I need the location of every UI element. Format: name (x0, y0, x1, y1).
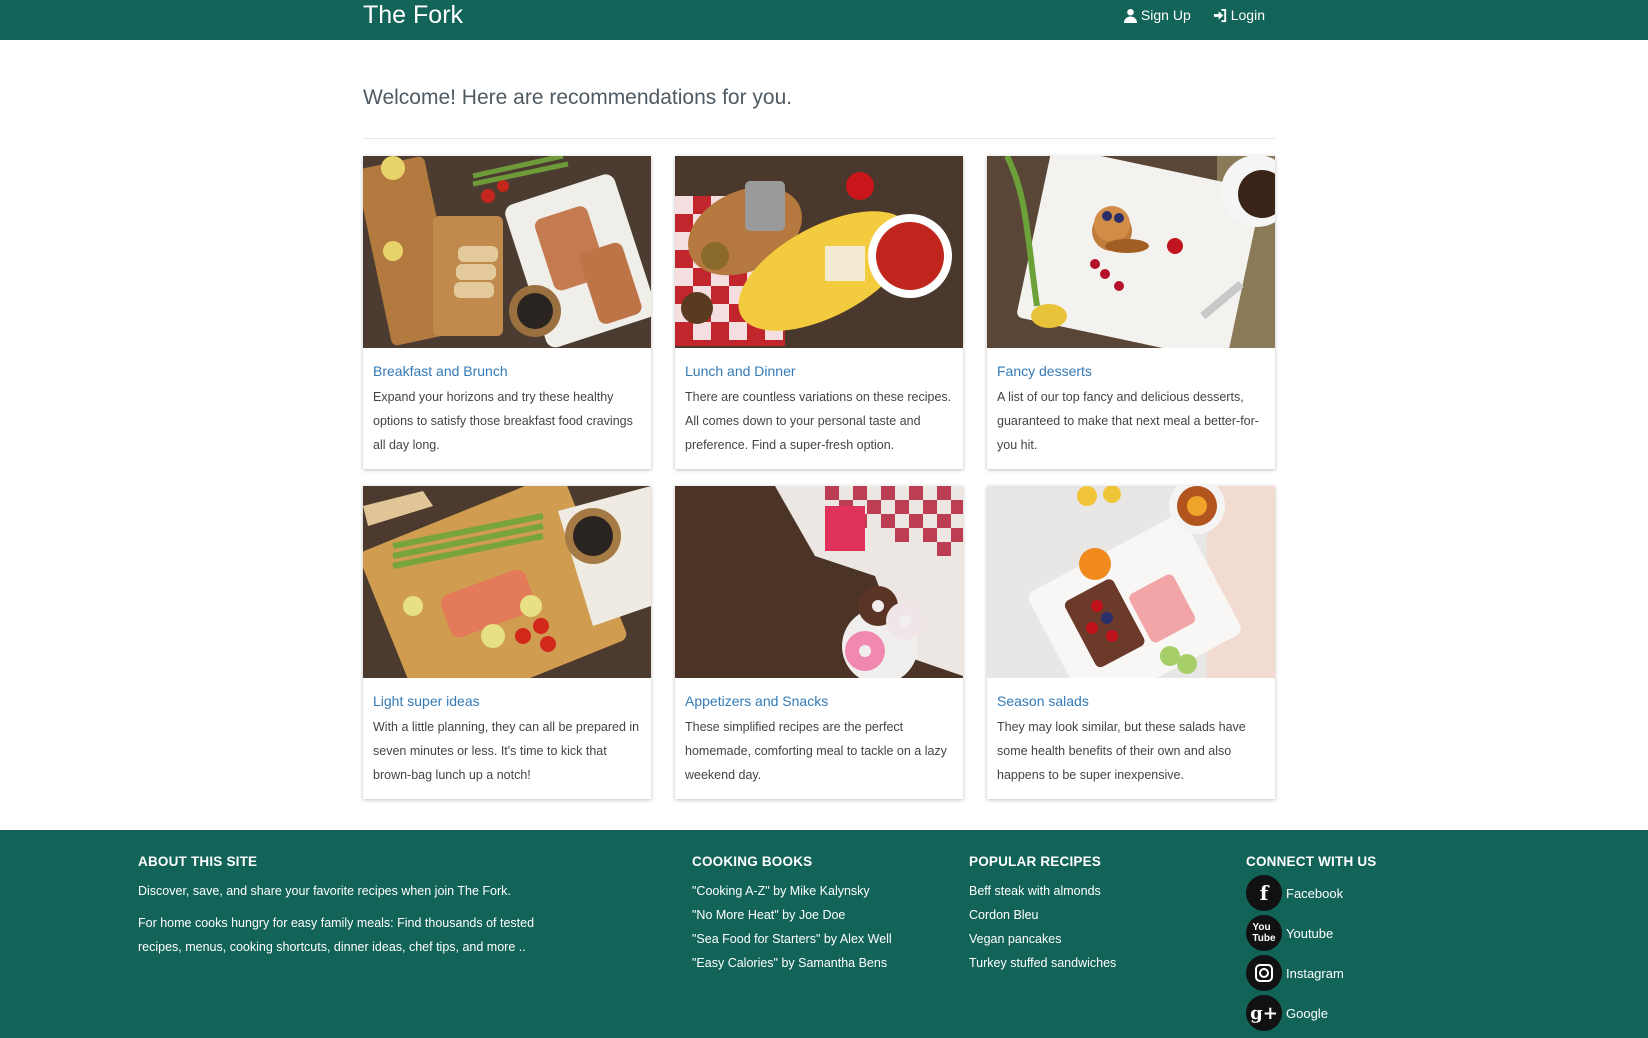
recipe-link[interactable]: Beff steak with almonds (969, 879, 1209, 903)
footer-connect-heading: CONNECT WITH US (1246, 854, 1377, 869)
recipe-card-salads[interactable]: Season salads They may look similar, but… (987, 486, 1275, 799)
top-navbar: The Fork Sign Up Login (0, 0, 1648, 40)
recipe-card-lunch[interactable]: Lunch and Dinner There are countless var… (675, 156, 963, 469)
card-text-appetizers: These simplified recipes are the perfect… (685, 720, 947, 782)
facebook-link[interactable]: f Facebook (1246, 873, 1446, 913)
welcome-heading: Welcome! Here are recommendations for yo… (363, 86, 793, 109)
footer-popular-heading: POPULAR RECIPES (969, 854, 1102, 869)
site-footer: ABOUT THIS SITE Discover, save, and shar… (0, 830, 1648, 1038)
card-text-desserts: A list of our top fancy and delicious de… (997, 390, 1259, 452)
user-icon (1123, 8, 1137, 23)
card-image-light (363, 486, 651, 678)
login-label: Login (1230, 7, 1265, 23)
footer-about-text-1: Discover, save, and share your favorite … (138, 884, 511, 898)
recipe-card-appetizers[interactable]: Appetizers and Snacks These simplified r… (675, 486, 963, 799)
footer-books: COOKING BOOKS "Cooking A-Z" by Mike Kaly… (692, 854, 932, 975)
login-link[interactable]: Login (1213, 7, 1265, 23)
google-plus-icon: g+ (1246, 995, 1282, 1031)
brand-logo-link[interactable]: The Fork (363, 0, 463, 40)
signup-link[interactable]: Sign Up (1123, 7, 1191, 23)
book-link[interactable]: "Cooking A-Z" by Mike Kalynsky (692, 879, 932, 903)
card-text-salads: They may look similar, but these salads … (997, 720, 1246, 782)
nav-links: Sign Up Login (1123, 0, 1265, 30)
facebook-label: Facebook (1286, 885, 1344, 901)
footer-books-heading: COOKING BOOKS (692, 854, 813, 869)
book-link[interactable]: "Sea Food for Starters" by Alex Well (692, 927, 932, 951)
card-title-breakfast[interactable]: Breakfast and Brunch (373, 363, 641, 379)
facebook-icon: f (1246, 875, 1282, 911)
recipe-link[interactable]: Vegan pancakes (969, 927, 1209, 951)
instagram-label: Instagram (1286, 965, 1344, 981)
footer-about-text-2: For home cooks hungry for easy family me… (138, 916, 535, 954)
card-image-lunch (675, 156, 963, 348)
google-link[interactable]: g+ Google (1246, 993, 1446, 1033)
instagram-icon (1246, 955, 1282, 991)
signup-label: Sign Up (1140, 7, 1191, 23)
card-text-light: With a little planning, they can all be … (373, 720, 640, 782)
divider (363, 138, 1275, 139)
card-text-lunch: There are countless variations on these … (685, 390, 952, 452)
footer-connect: CONNECT WITH US f Facebook You Tube Youtu… (1246, 854, 1446, 1033)
card-title-salads[interactable]: Season salads (997, 693, 1265, 709)
footer-about: ABOUT THIS SITE Discover, save, and shar… (138, 854, 538, 959)
card-image-desserts (987, 156, 1275, 348)
card-text-breakfast: Expand your horizons and try these healt… (373, 390, 633, 452)
youtube-label: Youtube (1286, 925, 1334, 941)
footer-about-heading: ABOUT THIS SITE (138, 854, 258, 869)
card-title-appetizers[interactable]: Appetizers and Snacks (685, 693, 953, 709)
recipe-card-desserts[interactable]: Fancy desserts A list of our top fancy a… (987, 156, 1275, 469)
recipe-link[interactable]: Cordon Bleu (969, 903, 1209, 927)
recipe-card-light[interactable]: Light super ideas With a little planning… (363, 486, 651, 799)
card-title-light[interactable]: Light super ideas (373, 693, 641, 709)
google-label: Google (1286, 1005, 1328, 1021)
footer-popular: POPULAR RECIPES Beff steak with almonds … (969, 854, 1209, 975)
instagram-link[interactable]: Instagram (1246, 953, 1446, 993)
recipe-card-breakfast[interactable]: Breakfast and Brunch Expand your horizon… (363, 156, 651, 469)
recipe-link[interactable]: Turkey stuffed sandwiches (969, 951, 1209, 975)
youtube-link[interactable]: You Tube Youtube (1246, 913, 1446, 953)
card-image-appetizers (675, 486, 963, 678)
card-title-desserts[interactable]: Fancy desserts (997, 363, 1265, 379)
card-image-salads (987, 486, 1275, 678)
book-link[interactable]: "No More Heat" by Joe Doe (692, 903, 932, 927)
card-image-breakfast (363, 156, 651, 348)
youtube-icon: You Tube (1246, 915, 1282, 951)
book-link[interactable]: "Easy Calories" by Samantha Bens (692, 951, 932, 975)
login-icon (1213, 8, 1226, 22)
recipe-card-grid: Breakfast and Brunch Expand your horizon… (363, 156, 1275, 799)
card-title-lunch[interactable]: Lunch and Dinner (685, 363, 953, 379)
